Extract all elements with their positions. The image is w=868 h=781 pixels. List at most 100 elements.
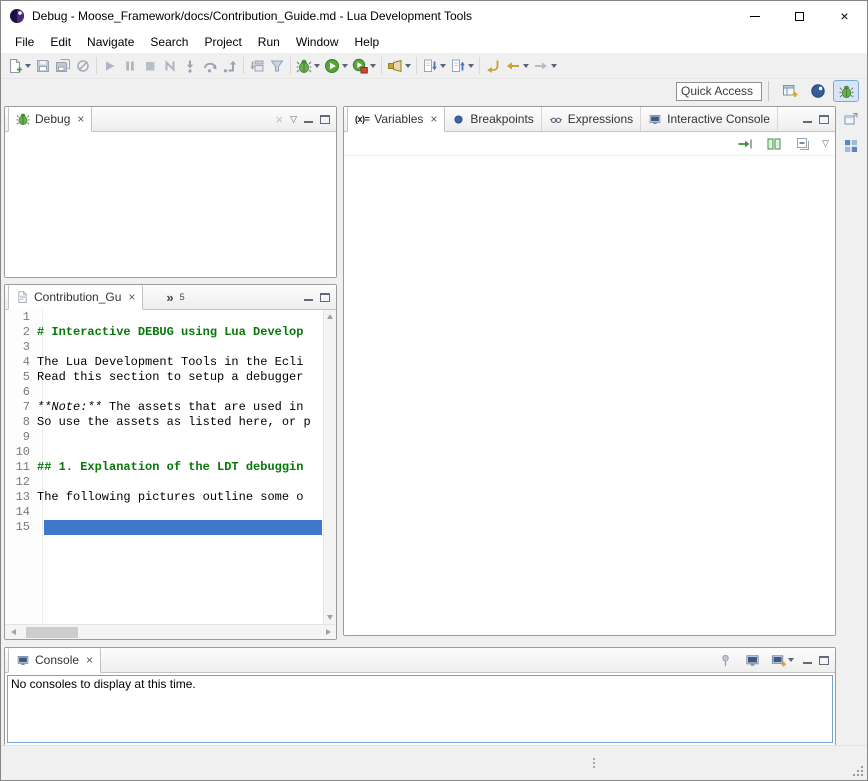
console-content[interactable]: No consoles to display at this time.: [7, 675, 833, 743]
search-button[interactable]: [385, 55, 413, 77]
minimize-view-button[interactable]: [803, 116, 812, 123]
scroll-up-icon[interactable]: [327, 314, 333, 319]
tab-interactive-console[interactable]: Interactive Console: [641, 107, 778, 131]
debug-perspective-button[interactable]: [833, 80, 859, 102]
menu-window[interactable]: Window: [288, 33, 347, 51]
vertical-scrollbar[interactable]: [323, 310, 336, 624]
maximize-view-button[interactable]: [819, 656, 829, 665]
suspend-icon: [122, 58, 138, 74]
maximize-view-button[interactable]: [819, 115, 829, 124]
pin-console-button[interactable]: [715, 649, 735, 671]
run-dropdown-arrow[interactable]: [342, 64, 348, 68]
restore-view-button[interactable]: [843, 111, 859, 130]
minimize-button[interactable]: [732, 1, 777, 31]
scroll-down-icon[interactable]: [327, 615, 333, 620]
view-menu-button[interactable]: ▽: [822, 138, 829, 149]
new-wizard-button[interactable]: [5, 55, 33, 77]
maximize-button[interactable]: [777, 1, 822, 31]
tab-close-icon[interactable]: ×: [128, 290, 135, 304]
window-resize-grip-icon[interactable]: [851, 764, 865, 778]
remove-terminated-button[interactable]: ×: [275, 112, 283, 127]
show-logical-structures-button[interactable]: [735, 133, 755, 155]
editor-content[interactable]: 1 2# Interactive DEBUG using Lua Develop…: [5, 310, 323, 624]
search-dropdown-arrow[interactable]: [405, 64, 411, 68]
horizontal-scroll-thumb[interactable]: [26, 627, 78, 638]
display-selected-console-button[interactable]: [742, 649, 762, 671]
menu-search[interactable]: Search: [142, 33, 196, 51]
show-columns-button[interactable]: [764, 133, 784, 155]
skip-breakpoints-button[interactable]: [73, 55, 93, 77]
step-return-button[interactable]: [220, 55, 240, 77]
debug-view-tabs: Debug × × ▽: [5, 107, 336, 132]
menu-file[interactable]: File: [7, 33, 42, 51]
external-tools-dropdown-arrow[interactable]: [370, 64, 376, 68]
minimize-view-button[interactable]: [304, 294, 313, 301]
tab-contribution-guide-label: Contribution_Gu: [34, 290, 121, 304]
tab-contribution-guide[interactable]: Contribution_Gu ×: [8, 285, 143, 310]
previous-annotation-icon: [450, 58, 466, 74]
maximize-view-button[interactable]: [320, 293, 330, 302]
next-annotation-button[interactable]: [420, 55, 448, 77]
trim-drag-handle[interactable]: [593, 758, 595, 768]
scroll-left-button[interactable]: [5, 629, 21, 635]
last-edit-location-button[interactable]: [483, 55, 503, 77]
tab-debug[interactable]: Debug ×: [8, 107, 92, 132]
previous-annotation-button[interactable]: [448, 55, 476, 77]
menu-run[interactable]: Run: [250, 33, 288, 51]
next-annotation-dropdown-arrow[interactable]: [440, 64, 446, 68]
run-button[interactable]: [322, 55, 350, 77]
view-menu-button[interactable]: ▽: [290, 114, 297, 125]
tab-close-icon[interactable]: ×: [430, 112, 437, 126]
editor-tab-overflow[interactable]: »5: [159, 285, 191, 309]
lua-perspective-button[interactable]: [805, 80, 831, 102]
external-tools-button[interactable]: [350, 55, 378, 77]
debug-button[interactable]: [294, 55, 322, 77]
forward-button[interactable]: [531, 55, 559, 77]
drop-to-frame-button[interactable]: [247, 55, 267, 77]
tab-variables[interactable]: (x)= Variables ×: [347, 107, 445, 132]
suspend-button[interactable]: [120, 55, 140, 77]
quick-access-input[interactable]: [676, 82, 762, 101]
collapse-all-icon: [795, 136, 811, 152]
debug-dropdown-arrow[interactable]: [314, 64, 320, 68]
forward-dropdown-arrow[interactable]: [551, 64, 557, 68]
menu-edit[interactable]: Edit: [42, 33, 79, 51]
interactive-console-tab-icon: [648, 113, 662, 126]
minimize-view-button[interactable]: [803, 657, 812, 664]
debug-perspective-icon: [839, 84, 854, 99]
menu-help[interactable]: Help: [347, 33, 388, 51]
previous-annotation-dropdown-arrow[interactable]: [468, 64, 474, 68]
menu-project[interactable]: Project: [196, 33, 249, 51]
menu-navigate[interactable]: Navigate: [79, 33, 142, 51]
new-wizard-dropdown-arrow[interactable]: [25, 64, 31, 68]
line-number: 7: [5, 400, 37, 415]
minimize-view-button[interactable]: [304, 116, 313, 123]
resume-button[interactable]: [100, 55, 120, 77]
tab-console[interactable]: Console ×: [8, 648, 101, 673]
close-button[interactable]: ×: [822, 1, 867, 31]
maximize-view-button[interactable]: [320, 115, 330, 124]
debug-view-body[interactable]: [5, 132, 336, 277]
tab-close-icon[interactable]: ×: [86, 653, 93, 667]
back-dropdown-arrow[interactable]: [523, 64, 529, 68]
step-into-button[interactable]: [180, 55, 200, 77]
editor-line: 1: [5, 310, 323, 325]
save-button[interactable]: [33, 55, 53, 77]
back-button[interactable]: [503, 55, 531, 77]
collapse-all-button[interactable]: [793, 133, 813, 155]
open-console-button[interactable]: [769, 649, 796, 671]
step-filters-button[interactable]: [267, 55, 287, 77]
open-console-dropdown-arrow[interactable]: [788, 658, 794, 662]
disconnect-button[interactable]: [160, 55, 180, 77]
open-perspective-button[interactable]: [777, 80, 803, 102]
tab-close-icon[interactable]: ×: [77, 112, 84, 126]
minimized-view-button[interactable]: [843, 138, 859, 157]
save-all-button[interactable]: [53, 55, 73, 77]
step-over-button[interactable]: [200, 55, 220, 77]
horizontal-scrollbar[interactable]: [5, 624, 336, 639]
variables-view-body[interactable]: [344, 156, 835, 635]
tab-breakpoints[interactable]: Breakpoints: [445, 107, 541, 131]
terminate-button[interactable]: [140, 55, 160, 77]
scroll-right-button[interactable]: [320, 629, 336, 635]
tab-expressions[interactable]: Expressions: [542, 107, 641, 131]
